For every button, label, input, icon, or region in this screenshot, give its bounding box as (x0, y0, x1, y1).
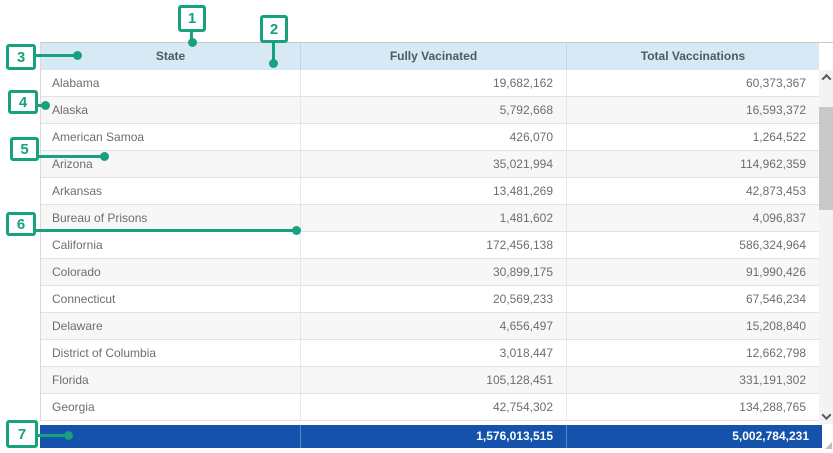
callout-2-badge: 2 (260, 15, 288, 43)
cell-state: Arkansas (41, 178, 300, 204)
cell-total-vaccinations: 91,990,426 (566, 259, 819, 285)
table-row[interactable]: Florida 105,128,451 331,191,302 (41, 367, 819, 394)
callout-5-connector (38, 155, 103, 158)
callout-6-connector (35, 229, 295, 232)
table-header: State Fully Vacinated Total Vaccinations (41, 43, 819, 70)
total-cell-state (40, 425, 300, 448)
cell-state: Colorado (41, 259, 300, 285)
callout-2-dot (269, 59, 278, 68)
cell-total-vaccinations: 134,288,765 (566, 394, 819, 420)
cell-total-vaccinations: 67,546,234 (566, 286, 819, 312)
callout-5-dot (100, 152, 109, 161)
cell-total-vaccinations: 42,873,453 (566, 178, 819, 204)
cell-fully-vaccinated: 13,481,269 (300, 178, 566, 204)
cell-total-vaccinations: 60,373,367 (566, 70, 819, 96)
cell-state: Delaware (41, 313, 300, 339)
cell-state: Alaska (41, 97, 300, 123)
table-row[interactable]: Connecticut 20,569,233 67,546,234 (41, 286, 819, 313)
table-row[interactable]: Arkansas 13,481,269 42,873,453 (41, 178, 819, 205)
table-row[interactable]: American Samoa 426,070 1,264,522 (41, 124, 819, 151)
cell-state: California (41, 232, 300, 258)
table-row[interactable]: Georgia 42,754,302 134,288,765 (41, 394, 819, 421)
table-row[interactable]: Delaware 4,656,497 15,208,840 (41, 313, 819, 340)
callout-4-badge: 4 (8, 90, 38, 114)
callout-3-connector (35, 54, 76, 57)
table-row[interactable]: Arizona 35,021,994 114,962,359 (41, 151, 819, 178)
table-row[interactable]: Alaska 5,792,668 16,593,372 (41, 97, 819, 124)
cell-total-vaccinations: 16,593,372 (566, 97, 819, 123)
cell-state: Bureau of Prisons (41, 205, 300, 231)
callout-3-dot (73, 51, 82, 60)
cell-total-vaccinations: 12,662,798 (566, 340, 819, 366)
cell-state: Alabama (41, 70, 300, 96)
chevron-down-icon (821, 410, 831, 420)
cell-state: Georgia (41, 394, 300, 420)
cell-state: District of Columbia (41, 340, 300, 366)
callout-6-badge: 6 (6, 212, 36, 236)
page: State Fully Vacinated Total Vaccinations… (0, 0, 833, 453)
cell-state: Florida (41, 367, 300, 393)
cell-fully-vaccinated: 4,656,497 (300, 313, 566, 339)
cell-fully-vaccinated: 20,569,233 (300, 286, 566, 312)
total-cell-fully-vaccinated: 1,576,013,515 (300, 425, 566, 448)
column-header-total-vaccinations[interactable]: Total Vaccinations (566, 43, 819, 70)
callout-1-dot (188, 38, 197, 47)
chevron-up-icon (821, 74, 831, 84)
cell-state: Connecticut (41, 286, 300, 312)
cell-fully-vaccinated: 426,070 (300, 124, 566, 150)
callout-1-badge: 1 (178, 5, 206, 32)
table-row[interactable]: District of Columbia 3,018,447 12,662,79… (41, 340, 819, 367)
resize-grip-icon[interactable] (825, 442, 832, 449)
callout-6-dot (292, 226, 301, 235)
callout-3-badge: 3 (6, 44, 36, 70)
cell-fully-vaccinated: 42,754,302 (300, 394, 566, 420)
column-header-fully-vaccinated[interactable]: Fully Vacinated (300, 43, 566, 70)
cell-total-vaccinations: 4,096,837 (566, 205, 819, 231)
scroll-down-button[interactable] (819, 409, 833, 424)
callout-4-dot (41, 101, 50, 110)
cell-fully-vaccinated: 3,018,447 (300, 340, 566, 366)
cell-total-vaccinations: 15,208,840 (566, 313, 819, 339)
cell-fully-vaccinated: 105,128,451 (300, 367, 566, 393)
callout-7-badge: 7 (6, 420, 38, 448)
cell-total-vaccinations: 1,264,522 (566, 124, 819, 150)
table-row[interactable]: Colorado 30,899,175 91,990,426 (41, 259, 819, 286)
cell-fully-vaccinated: 5,792,668 (300, 97, 566, 123)
table-body: Alabama 19,682,162 60,373,367 Alaska 5,7… (41, 70, 819, 421)
cell-state: American Samoa (41, 124, 300, 150)
cell-fully-vaccinated: 30,899,175 (300, 259, 566, 285)
cell-total-vaccinations: 586,324,964 (566, 232, 819, 258)
callout-7-connector (37, 434, 67, 437)
cell-fully-vaccinated: 19,682,162 (300, 70, 566, 96)
table-total-row: 1,576,013,515 5,002,784,231 (40, 425, 822, 448)
cell-total-vaccinations: 331,191,302 (566, 367, 819, 393)
scrollbar-thumb[interactable] (819, 107, 833, 210)
callout-5-badge: 5 (10, 137, 39, 161)
table-row[interactable]: California 172,456,138 586,324,964 (41, 232, 819, 259)
scroll-up-button[interactable] (819, 70, 833, 85)
cell-fully-vaccinated: 35,021,994 (300, 151, 566, 177)
table-row[interactable]: Bureau of Prisons 1,481,602 4,096,837 (41, 205, 819, 232)
cell-fully-vaccinated: 1,481,602 (300, 205, 566, 231)
vertical-scrollbar[interactable] (819, 70, 833, 424)
callout-7-dot (64, 431, 73, 440)
table-row[interactable]: Alabama 19,682,162 60,373,367 (41, 70, 819, 97)
cell-fully-vaccinated: 172,456,138 (300, 232, 566, 258)
total-cell-total-vaccinations: 5,002,784,231 (566, 425, 822, 448)
cell-total-vaccinations: 114,962,359 (566, 151, 819, 177)
